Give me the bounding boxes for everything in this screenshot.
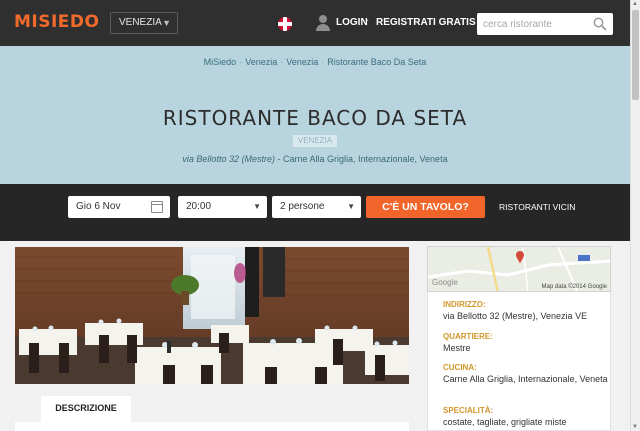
user-icon[interactable] bbox=[316, 15, 330, 31]
uk-flag-icon[interactable] bbox=[278, 17, 292, 31]
city-badge: VENEZIA bbox=[293, 135, 337, 147]
address-label: INDIRIZZO: bbox=[443, 300, 486, 309]
search-input[interactable] bbox=[477, 13, 587, 35]
map-credit: Map data ©2014 Google bbox=[541, 284, 607, 290]
search-icon[interactable] bbox=[593, 17, 607, 31]
district-label: QUARTIERE: bbox=[443, 332, 493, 341]
search-box bbox=[477, 13, 613, 35]
hero-address: via Bellotto 32 (Mestre) - Carne Alla Gr… bbox=[0, 154, 630, 164]
map-provider-logo: Google bbox=[432, 278, 458, 287]
top-navigation-bar: MISIEDO VENEZIA ▼ LOGIN · REGISTRATI GRA… bbox=[0, 0, 630, 46]
people-value: 2 persone bbox=[280, 201, 325, 212]
city-selector-label: VENEZIA bbox=[119, 17, 162, 28]
specialty-value: costate, tagliate, grigliate miste bbox=[443, 417, 567, 427]
page-scrollbar[interactable]: ▲ ▼ bbox=[630, 0, 640, 431]
breadcrumb-item-city[interactable]: Venezia bbox=[286, 57, 318, 67]
calendar-icon[interactable] bbox=[151, 201, 163, 213]
restaurant-interior-image bbox=[15, 247, 409, 384]
date-value: Gio 6 Nov bbox=[76, 201, 121, 212]
page-title: RISTORANTE BACO DA SETA bbox=[162, 106, 468, 130]
time-select[interactable]: 20:00 ▼ bbox=[178, 196, 267, 218]
restaurant-info-panel: INDIRIZZO: via Bellotto 32 (Mestre), Ven… bbox=[427, 292, 611, 431]
scroll-down-arrow-icon[interactable]: ▼ bbox=[632, 424, 638, 430]
breadcrumb-item-region[interactable]: Venezia bbox=[245, 57, 277, 67]
chevron-down-icon: ▼ bbox=[162, 18, 171, 28]
cuisine-label: CUCINA: bbox=[443, 363, 477, 372]
scroll-up-arrow-icon[interactable]: ▲ bbox=[632, 1, 638, 7]
time-value: 20:00 bbox=[186, 201, 212, 212]
district-value: Mestre bbox=[443, 343, 471, 353]
description-area bbox=[15, 422, 409, 431]
people-select[interactable]: 2 persone ▼ bbox=[272, 196, 361, 218]
address-value: via Bellotto 32 (Mestre), Venezia VE bbox=[443, 311, 588, 321]
city-selector[interactable]: VENEZIA ▼ bbox=[110, 12, 178, 34]
nearby-restaurants-link[interactable]: RISTORANTI VICIN bbox=[499, 202, 575, 212]
map-thumbnail[interactable]: Google Map data ©2014 Google bbox=[427, 246, 611, 292]
hero-cuisine-list: - Carne Alla Griglia, Internazionale, Ve… bbox=[274, 154, 448, 164]
chevron-down-icon: ▼ bbox=[253, 202, 261, 211]
site-logo[interactable]: MISIEDO bbox=[14, 12, 100, 32]
register-link[interactable]: REGISTRATI GRATIS bbox=[376, 17, 476, 28]
date-picker[interactable]: Gio 6 Nov bbox=[68, 196, 170, 218]
breadcrumb: MiSiedo · Venezia · Venezia · Ristorante Baco … bbox=[203, 57, 427, 67]
booking-bar: Gio 6 Nov 20:00 ▼ 2 persone ▼ C'È UN TAV… bbox=[0, 184, 630, 241]
find-table-button[interactable]: C'È UN TAVOLO? bbox=[366, 196, 485, 218]
hero-address-street: via Bellotto 32 (Mestre) bbox=[182, 154, 275, 164]
restaurant-hero: MiSiedo · Venezia · Venezia · Ristorante Baco … bbox=[0, 46, 630, 184]
breadcrumb-item-misiedo[interactable]: MiSiedo bbox=[204, 57, 237, 67]
scrollbar-thumb[interactable] bbox=[632, 10, 639, 100]
restaurant-photo[interactable] bbox=[15, 247, 409, 384]
separator-dot: · bbox=[366, 15, 370, 26]
breadcrumb-item-current: Ristorante Baco Da Seta bbox=[327, 57, 427, 67]
main-content: Google Map data ©2014 Google INDIRIZZO: … bbox=[0, 241, 630, 431]
login-link[interactable]: LOGIN bbox=[336, 17, 368, 28]
tab-description[interactable]: DESCRIZIONE bbox=[41, 396, 131, 422]
cuisine-value: Carne Alla Griglia, Internazionale, Vene… bbox=[443, 374, 608, 384]
specialty-label: SPECIALITÀ: bbox=[443, 406, 494, 415]
chevron-down-icon: ▼ bbox=[347, 202, 355, 211]
